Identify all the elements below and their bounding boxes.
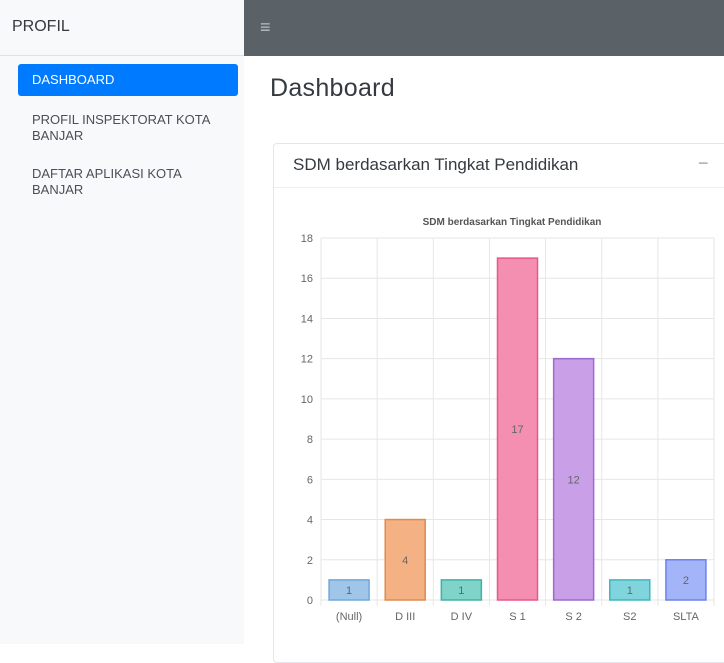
y-tick-label: 2 — [307, 555, 313, 567]
y-tick-label: 14 — [301, 313, 313, 325]
bar-value-label: 1 — [627, 585, 633, 597]
y-tick-label: 8 — [307, 434, 313, 446]
bar-chart: SDM berdasarkan Tingkat Pendidikan 0 2 4 6 8… — [301, 217, 715, 623]
y-tick-label: 4 — [307, 515, 313, 527]
y-tick-label: 0 — [307, 595, 313, 607]
x-tick-label: D IV — [451, 611, 473, 623]
x-tick-label: S2 — [623, 611, 636, 623]
y-tick-label: 12 — [301, 354, 313, 366]
y-tick-label: 18 — [301, 233, 313, 245]
bar-value-label: 1 — [346, 585, 352, 597]
bar-value-label: 2 — [683, 575, 689, 587]
chart-title: SDM berdasarkan Tingkat Pendidikan — [423, 217, 602, 228]
bar-value-label: 17 — [511, 424, 523, 436]
y-tick-label: 6 — [307, 474, 313, 486]
y-tick-label: 16 — [301, 273, 313, 285]
bar-value-label: 12 — [568, 474, 580, 486]
x-tick-label: D III — [395, 611, 415, 623]
x-tick-label: SLTA — [673, 611, 700, 623]
bar-value-label: 4 — [402, 555, 408, 567]
x-tick-label: (Null) — [336, 611, 362, 623]
x-tick-label: S 2 — [565, 611, 582, 623]
y-tick-label: 10 — [301, 394, 313, 406]
x-tick-label: S 1 — [509, 611, 526, 623]
bar-value-label: 1 — [458, 585, 464, 597]
